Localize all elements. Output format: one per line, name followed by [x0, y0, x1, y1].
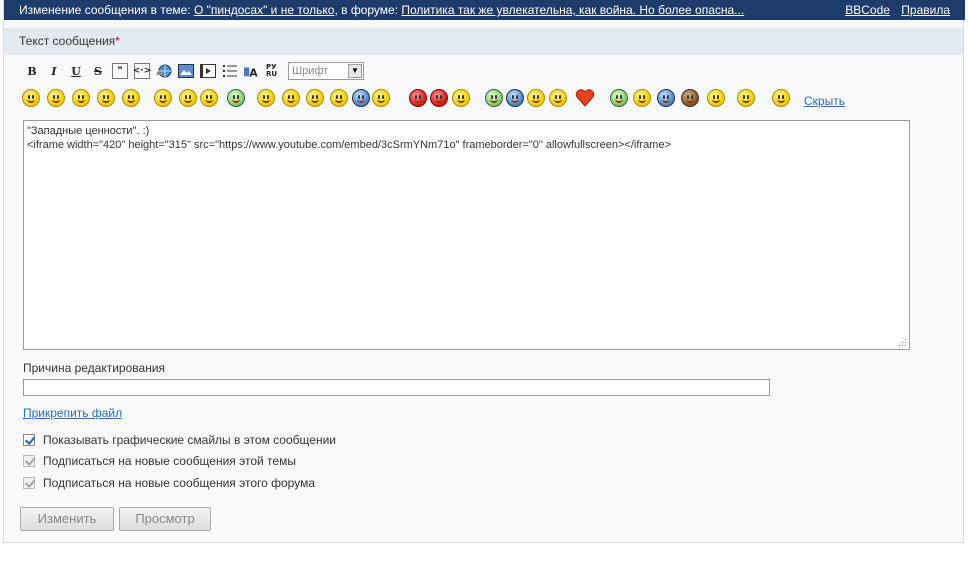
subscribe-forum-checkbox: [23, 477, 35, 489]
smiley-icon[interactable]: [452, 89, 470, 107]
subscribe-forum-label: Подписаться на новые сообщения этого фор…: [43, 476, 315, 490]
resize-grip-icon[interactable]: [898, 338, 907, 347]
header-links: BBCode Правила: [837, 0, 950, 20]
smiley-icon[interactable]: [772, 89, 790, 107]
edit-message-panel: Изменение сообщения в теме: О "пиндосах"…: [3, 0, 965, 543]
rules-link[interactable]: Правила: [901, 3, 950, 17]
smiley-icon[interactable]: [633, 89, 651, 107]
code-icon: <·>: [132, 66, 152, 76]
message-textarea[interactable]: "Западные ценности". :) <iframe width="42…: [23, 120, 910, 350]
topic-link[interactable]: О "пиндосах" и не только: [194, 3, 334, 17]
smiley-icon[interactable]: [549, 89, 567, 107]
chevron-down-icon: ▼: [348, 64, 362, 78]
smiley-icon[interactable]: [122, 89, 140, 107]
smiley-icon[interactable]: [352, 89, 370, 107]
required-mark: *: [115, 34, 120, 48]
smiley-icon[interactable]: [330, 89, 348, 107]
heart-icon[interactable]: [575, 89, 595, 107]
smiley-icon[interactable]: [409, 89, 427, 107]
video-button[interactable]: [200, 63, 216, 79]
smiley-icon[interactable]: [227, 89, 245, 107]
reason-input[interactable]: [23, 379, 770, 396]
header-middle: , в форуме:: [334, 3, 402, 17]
option-subscribe-topic: Подписаться на новые сообщения этой темы: [23, 453, 296, 469]
message-line: "Западные ценности". :): [27, 125, 150, 137]
smiley-icon[interactable]: [737, 89, 755, 107]
reason-label: Причина редактирования: [23, 361, 166, 375]
quote-icon: ❞: [117, 66, 123, 76]
smiley-icon[interactable]: [72, 89, 90, 107]
list-button[interactable]: [222, 63, 238, 79]
message-text-label: Текст сообщения: [19, 34, 116, 48]
show-smileys-checkbox[interactable]: [23, 434, 35, 446]
subscribe-topic-label: Подписаться на новые сообщения этой темы: [43, 454, 296, 468]
bold-button[interactable]: B: [24, 63, 40, 79]
translit-button[interactable]: РУ RU: [266, 63, 282, 79]
hide-smileys-link[interactable]: Скрыть: [804, 94, 845, 108]
smiley-icon[interactable]: [97, 89, 115, 107]
option-subscribe-forum: Подписаться на новые сообщения этого фор…: [23, 475, 315, 491]
code-button[interactable]: <·>: [132, 63, 152, 79]
smiley-icon[interactable]: [610, 89, 628, 107]
option-show-smileys[interactable]: Показывать графические смайлы в этом соо…: [23, 432, 336, 448]
attach-file-link[interactable]: Прикрепить файл: [23, 406, 122, 420]
globe-link-icon: [157, 64, 172, 78]
smiley-icon[interactable]: [657, 89, 675, 107]
video-icon: [200, 64, 216, 78]
smiley-icon[interactable]: [485, 89, 503, 107]
list-icon: [223, 65, 237, 77]
bbcode-link[interactable]: BBCode: [845, 3, 890, 17]
smiley-icon[interactable]: [22, 89, 40, 107]
smiley-icon[interactable]: [707, 89, 725, 107]
smiley-icon[interactable]: [282, 89, 300, 107]
italic-button[interactable]: I: [46, 63, 62, 79]
font-select-value: Шрифт: [292, 65, 329, 77]
header-prefix: Изменение сообщения в теме:: [19, 3, 194, 17]
forum-link[interactable]: Политика так же увлекательна, как война.…: [401, 3, 744, 17]
svg-text:A: A: [249, 66, 258, 78]
subscribe-topic-checkbox: [23, 455, 35, 467]
message-text-header: Текст сообщения*: [4, 28, 963, 55]
header-bar: Изменение сообщения в теме: О "пиндосах"…: [4, 0, 965, 20]
smiley-icon[interactable]: [154, 89, 172, 107]
image-button[interactable]: [178, 63, 194, 79]
link-button[interactable]: [156, 63, 172, 79]
strike-button[interactable]: S: [90, 63, 106, 79]
underline-button[interactable]: U: [68, 63, 84, 79]
quote-button[interactable]: ❞: [112, 63, 128, 79]
smiley-icon[interactable]: [527, 89, 545, 107]
preview-button[interactable]: Просмотр: [119, 507, 211, 531]
format-toolbar: B I U S ❞ <·> A РУ RU Шрифт ▼: [24, 61, 364, 81]
submit-button[interactable]: Изменить: [20, 507, 114, 531]
smiley-icon[interactable]: [179, 89, 197, 107]
font-size-button[interactable]: A: [244, 63, 260, 79]
smiley-icon[interactable]: [47, 89, 65, 107]
smiley-icon[interactable]: [681, 89, 699, 107]
smiley-icon[interactable]: [257, 89, 275, 107]
image-icon: [178, 64, 194, 78]
font-select[interactable]: Шрифт ▼: [288, 62, 364, 80]
smiley-icon[interactable]: [506, 89, 524, 107]
message-line: <iframe width="420" height="315" src="ht…: [27, 139, 671, 151]
font-size-icon: A: [244, 66, 258, 78]
smiley-icon[interactable]: [200, 89, 218, 107]
smiley-panel: [22, 86, 882, 114]
smiley-icon[interactable]: [372, 89, 390, 107]
smiley-icon[interactable]: [430, 89, 448, 107]
show-smileys-label: Показывать графические смайлы в этом соо…: [43, 433, 336, 447]
smiley-icon[interactable]: [306, 89, 324, 107]
